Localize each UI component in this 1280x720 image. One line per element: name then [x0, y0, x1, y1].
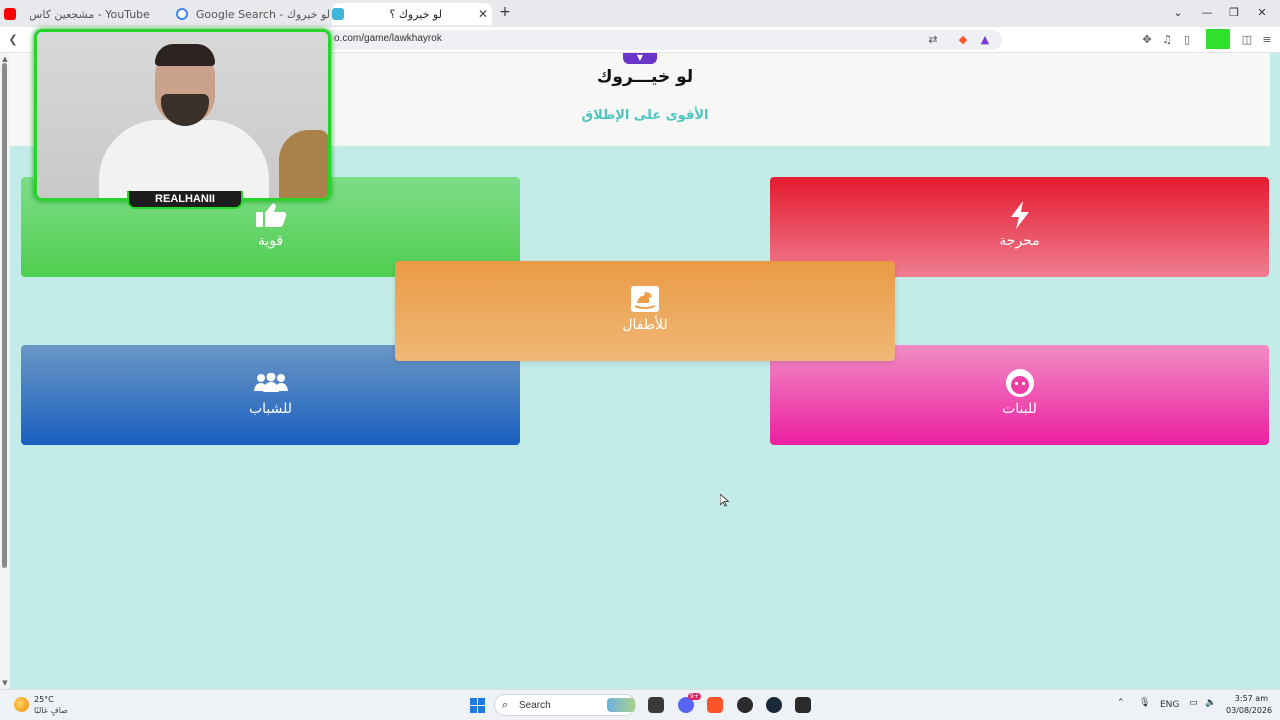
- sidebar-icon[interactable]: ▯: [1180, 33, 1194, 47]
- category-label: قوية: [257, 233, 284, 249]
- scroll-down-icon[interactable]: ▼: [1, 679, 9, 687]
- tab-label: YouTube - مشجعين كاس العالم: [30, 7, 150, 21]
- tab-close-icon[interactable]: ✕: [478, 7, 488, 21]
- category-label: للبنات: [1002, 401, 1037, 417]
- obs-icon[interactable]: [737, 697, 753, 713]
- network-icon[interactable]: ▭: [1189, 698, 1198, 708]
- tab-search-button[interactable]: ⌄: [1170, 6, 1186, 19]
- scrollbar-thumb[interactable]: [2, 63, 7, 568]
- thumbs-up-icon: [21, 201, 520, 229]
- brave-shield-icon[interactable]: ◆: [956, 33, 970, 47]
- tray-chevron-icon[interactable]: ⌃: [1117, 698, 1125, 708]
- search-label: Search: [519, 700, 551, 711]
- webcam-person-hair: [155, 44, 215, 66]
- brave-rewards-icon[interactable]: ▲: [978, 33, 992, 47]
- wallet-icon[interactable]: ◫: [1240, 33, 1254, 47]
- browser-tab-strip: ✕ YouTube - مشجعين كاس العالم لو خيروك -…: [0, 0, 1280, 27]
- category-card-kids[interactable]: للأطفال: [395, 261, 895, 361]
- scroll-up-icon[interactable]: ▲: [1, 55, 9, 63]
- tab-google-search[interactable]: لو خيروك - Google Search: [170, 3, 330, 25]
- microphone-icon[interactable]: 🎙: [1139, 698, 1150, 708]
- minimize-button[interactable]: —: [1199, 6, 1215, 19]
- media-icon[interactable]: ♫: [1160, 33, 1174, 47]
- site-subtitle: الأقوى على الإطلاق: [581, 108, 709, 123]
- back-icon[interactable]: ❮: [6, 33, 20, 47]
- weather-condition[interactable]: صافٍ غالبًا: [34, 706, 68, 715]
- tab-youtube[interactable]: ✕ YouTube - مشجعين كاس العالم: [4, 3, 168, 25]
- epic-games-icon[interactable]: [795, 697, 811, 713]
- clock-date[interactable]: 03/08/2026: [1226, 706, 1272, 715]
- volume-icon[interactable]: 🔈: [1205, 698, 1216, 708]
- tab-label: لو خيروك - Google Search: [195, 7, 330, 21]
- language-indicator[interactable]: ENG: [1160, 700, 1179, 710]
- tab-law-khayrok[interactable]: ✕ لو خيروك ؟: [332, 3, 492, 25]
- close-window-button[interactable]: ✕: [1254, 6, 1270, 19]
- page-scrollbar[interactable]: ▲ ▼: [0, 53, 10, 689]
- webcam-overlay: [34, 29, 331, 201]
- category-label: للشباب: [248, 401, 293, 417]
- clock-time[interactable]: 3:57 am: [1226, 694, 1268, 703]
- users-group-icon: [21, 369, 520, 397]
- google-favicon-icon: [175, 8, 188, 20]
- rocking-horse-icon: [395, 285, 895, 313]
- new-tab-button[interactable]: +: [497, 4, 513, 20]
- maximize-button[interactable]: ❐: [1226, 6, 1242, 19]
- windows-start-icon[interactable]: [470, 698, 485, 713]
- weather-temperature[interactable]: 25°C: [34, 695, 54, 704]
- streamer-name-banner: REALHANII: [127, 191, 243, 209]
- youtube-favicon-icon: [4, 8, 16, 20]
- url-text[interactable]: o.com/game/lawkhayrok: [334, 33, 442, 44]
- file-explorer-icon[interactable]: [648, 697, 664, 713]
- menu-icon[interactable]: ≡: [1260, 33, 1274, 47]
- discord-badge: 9+: [688, 693, 701, 700]
- lightning-icon: [770, 201, 1269, 229]
- search-icon: ⌕: [502, 698, 509, 711]
- extensions-icon[interactable]: ✥: [1140, 33, 1154, 47]
- steam-icon[interactable]: [766, 697, 782, 713]
- address-bar[interactable]: o.com/game/lawkhayrok ⇄ ◆ ▲: [320, 30, 1002, 50]
- weather-moon-icon[interactable]: [14, 697, 29, 712]
- translate-icon[interactable]: ⇄: [926, 33, 940, 47]
- webcam-person-body: [99, 120, 269, 198]
- taskbar-search[interactable]: ⌕ Search: [494, 694, 636, 716]
- webcam-chair: [279, 130, 328, 198]
- brave-browser-icon[interactable]: [707, 697, 723, 713]
- category-label: محرجة: [999, 233, 1040, 249]
- category-label: للأطفال: [622, 317, 668, 333]
- site-favicon-icon: [332, 8, 344, 20]
- search-highlight-icon: [607, 698, 635, 712]
- girl-face-icon: [770, 369, 1269, 397]
- site-title: لو خيـــروك: [596, 67, 694, 87]
- tab-label: لو خيروك ؟: [389, 7, 442, 21]
- windows-taskbar: 25°C صافٍ غالبًا ⌕ Search 9+ ⌃ 🎙 ENG ▭ 🔈…: [0, 689, 1280, 720]
- green-overlay-logo: [1206, 29, 1230, 49]
- dropdown-chip[interactable]: ▼: [623, 53, 657, 64]
